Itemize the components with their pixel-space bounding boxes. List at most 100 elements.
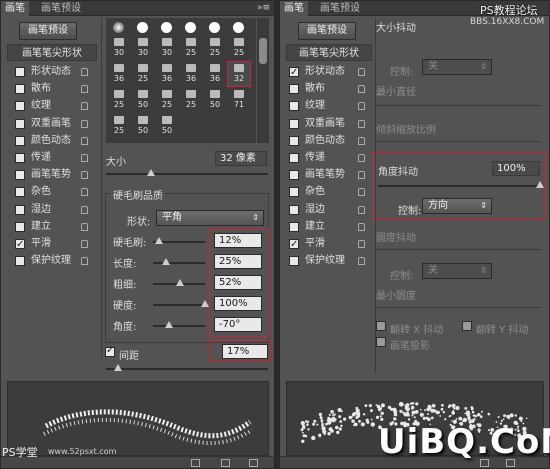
angle-jitter-slider[interactable] bbox=[378, 181, 544, 188]
sidebar-item[interactable]: 建立 bbox=[15, 219, 91, 235]
sidebar-checkbox[interactable] bbox=[289, 84, 299, 95]
min-roundness-slider[interactable] bbox=[376, 307, 541, 308]
sidebar-item[interactable]: 传递 bbox=[15, 150, 91, 166]
sidebar-item[interactable]: 画笔笔势 bbox=[15, 167, 91, 183]
panel-menu-icon[interactable]: »≡ bbox=[257, 3, 270, 13]
sidebar-item[interactable]: 保护纹理 bbox=[289, 253, 368, 269]
param-slider-thumb[interactable] bbox=[201, 300, 209, 307]
sidebar-item[interactable]: 湿边 bbox=[15, 202, 91, 218]
lock-icon[interactable] bbox=[81, 240, 88, 248]
sidebar-checkbox[interactable] bbox=[289, 118, 299, 129]
sidebar-item[interactable]: 纹理 bbox=[15, 98, 91, 114]
brush-tip[interactable]: 36 bbox=[156, 62, 178, 86]
lock-icon[interactable] bbox=[81, 154, 88, 162]
sidebar-checkbox[interactable] bbox=[15, 187, 25, 198]
size-control-select[interactable]: 关 ⇕ bbox=[422, 59, 492, 75]
brush-tip[interactable]: 30 bbox=[156, 36, 178, 60]
lock-icon[interactable] bbox=[81, 136, 88, 145]
angle-control-select[interactable]: 方向 ⇕ bbox=[422, 198, 492, 214]
sidebar-item[interactable]: 散布 bbox=[289, 81, 368, 97]
brush-tip[interactable]: 71 bbox=[228, 88, 250, 112]
size-field[interactable]: 32 像素 bbox=[215, 151, 267, 166]
sidebar-checkbox[interactable] bbox=[289, 204, 299, 215]
brush-tip[interactable]: 25 bbox=[132, 62, 154, 86]
brush-tip[interactable]: 25 bbox=[204, 36, 226, 60]
lock-icon[interactable] bbox=[81, 85, 88, 94]
brush-tip[interactable]: 36 bbox=[108, 62, 130, 86]
param-slider[interactable] bbox=[153, 237, 205, 244]
sidebar-item[interactable]: 形状动态 bbox=[289, 64, 368, 81]
brush-grid-scrollbar[interactable] bbox=[257, 18, 269, 143]
lock-icon[interactable] bbox=[358, 171, 365, 180]
spacing-field[interactable]: 17% bbox=[222, 344, 268, 359]
brush-projection-checkbox[interactable] bbox=[376, 337, 386, 347]
sidebar-checkbox[interactable] bbox=[289, 221, 299, 232]
spacing-checkbox[interactable] bbox=[105, 345, 115, 357]
brush-tip[interactable]: 25 bbox=[228, 36, 250, 60]
sidebar-item[interactable]: 平滑 bbox=[15, 236, 91, 253]
param-slider-thumb[interactable] bbox=[176, 279, 185, 286]
lock-icon[interactable] bbox=[81, 102, 88, 111]
lock-icon[interactable] bbox=[358, 102, 365, 111]
sidebar-checkbox[interactable] bbox=[289, 187, 299, 198]
brush-tip[interactable]: 50 bbox=[204, 88, 226, 112]
min-diameter-slider[interactable] bbox=[376, 105, 541, 106]
sidebar-checkbox[interactable] bbox=[15, 84, 25, 95]
param-slider[interactable] bbox=[153, 279, 205, 286]
param-field[interactable]: 100% bbox=[214, 296, 262, 311]
sidebar-item[interactable]: 颜色动态 bbox=[15, 133, 91, 149]
sidebar-item[interactable]: 双重画笔 bbox=[289, 116, 368, 132]
lock-icon[interactable] bbox=[81, 188, 88, 197]
param-field[interactable]: 12% bbox=[214, 233, 262, 248]
brush-tip[interactable]: 50 bbox=[132, 114, 154, 138]
param-field[interactable]: -70° bbox=[214, 317, 262, 332]
lock-icon[interactable] bbox=[358, 85, 365, 94]
brush-tip[interactable]: 30 bbox=[132, 36, 154, 60]
sidebar-checkbox[interactable] bbox=[15, 256, 25, 267]
sidebar-item[interactable]: 形状动态 bbox=[15, 64, 91, 80]
brush-tip[interactable]: 25 bbox=[108, 88, 130, 112]
sidebar-checkbox[interactable] bbox=[15, 170, 25, 181]
sidebar-item[interactable]: 平滑 bbox=[289, 236, 368, 253]
sidebar-item[interactable]: 画笔笔势 bbox=[289, 167, 368, 183]
lock-icon[interactable] bbox=[358, 154, 365, 162]
size-slider[interactable] bbox=[106, 169, 268, 176]
sidebar-item[interactable]: 保护纹理 bbox=[15, 253, 91, 269]
lock-icon[interactable] bbox=[358, 257, 365, 266]
brush-tip[interactable]: 30 bbox=[108, 36, 130, 60]
lock-icon[interactable] bbox=[81, 171, 88, 180]
param-slider[interactable] bbox=[153, 258, 205, 265]
lock-icon[interactable] bbox=[81, 205, 88, 214]
sidebar-checkbox[interactable] bbox=[15, 237, 25, 253]
lock-icon[interactable] bbox=[81, 222, 88, 231]
tab-brush[interactable]: 画笔 bbox=[280, 1, 308, 16]
sidebar-item[interactable]: 双重画笔 bbox=[15, 116, 91, 132]
roundness-jitter-slider[interactable] bbox=[376, 249, 541, 250]
lock-icon[interactable] bbox=[81, 119, 88, 128]
sidebar-checkbox[interactable] bbox=[289, 101, 299, 112]
brush-tip[interactable]: 36 bbox=[204, 62, 226, 86]
param-slider[interactable] bbox=[153, 300, 209, 307]
shape-select[interactable]: 平角 ⇕ bbox=[156, 210, 264, 226]
brush-tip[interactable]: 25 bbox=[180, 88, 202, 112]
sidebar-checkbox[interactable] bbox=[289, 135, 299, 146]
param-slider[interactable] bbox=[153, 321, 205, 328]
param-slider-thumb[interactable] bbox=[162, 258, 170, 265]
param-slider-thumb[interactable] bbox=[164, 321, 173, 328]
sidebar-checkbox[interactable] bbox=[15, 118, 25, 129]
sidebar-item[interactable]: 建立 bbox=[289, 219, 368, 235]
lock-icon[interactable] bbox=[358, 240, 365, 248]
sidebar-checkbox[interactable] bbox=[15, 135, 25, 146]
toggle-bristle-preview-icon[interactable] bbox=[191, 459, 200, 467]
tilt-scale-slider[interactable] bbox=[376, 141, 541, 142]
angle-jitter-slider-thumb[interactable] bbox=[536, 181, 544, 188]
sidebar-checkbox[interactable] bbox=[15, 221, 25, 232]
sidebar-checkbox[interactable] bbox=[15, 153, 25, 163]
brush-presets-button[interactable]: 画笔预设 bbox=[19, 22, 77, 40]
sidebar-item[interactable]: 纹理 bbox=[289, 98, 368, 114]
lock-icon[interactable] bbox=[358, 136, 365, 145]
brush-tip[interactable]: 32 bbox=[227, 61, 251, 87]
sidebar-item[interactable]: 杂色 bbox=[15, 184, 91, 200]
new-brush-icon[interactable] bbox=[221, 459, 230, 467]
tab-brush-presets[interactable]: 画笔预设 bbox=[37, 1, 85, 16]
